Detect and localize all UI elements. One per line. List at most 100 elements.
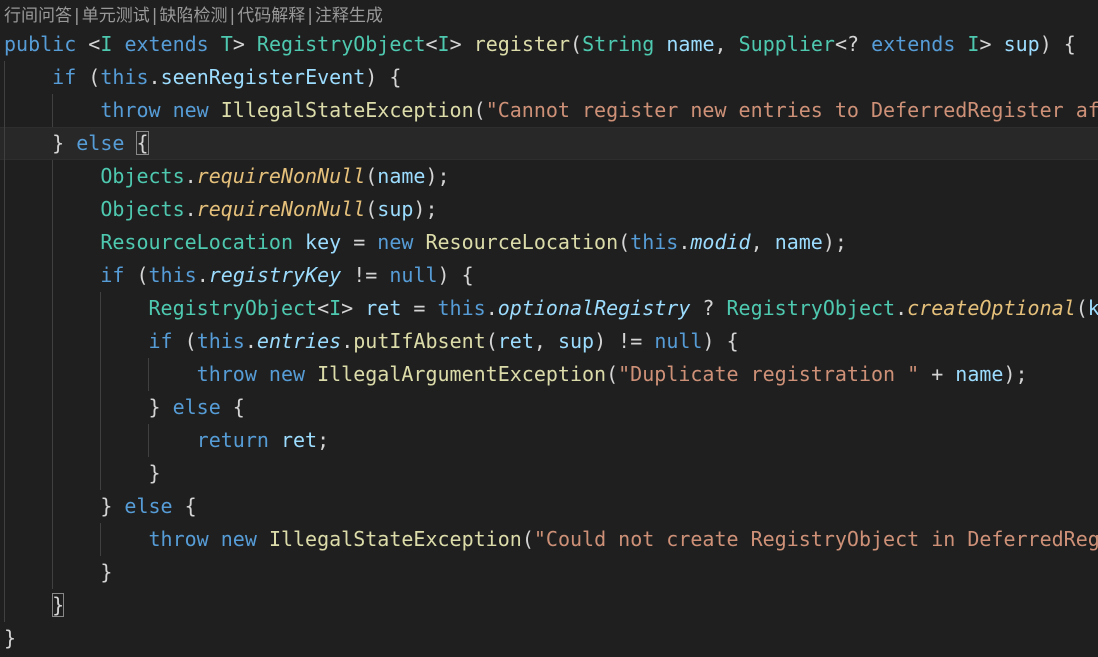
keyword-token: throw xyxy=(100,98,161,122)
type-token: T xyxy=(220,32,233,56)
keyword-token: null xyxy=(389,263,438,287)
punctuation-token: ( xyxy=(365,197,378,221)
identifier-token: ret xyxy=(497,329,534,353)
type-token: I xyxy=(967,32,980,56)
indent-guide xyxy=(4,259,5,292)
punctuation-token: != xyxy=(341,263,390,287)
code-line[interactable]: public <I extends T> RegistryObject<I> r… xyxy=(0,28,1098,61)
identifier-token: ret xyxy=(365,296,402,320)
indent-guide xyxy=(100,325,102,358)
code-line[interactable]: } xyxy=(0,589,1098,622)
field-token: entries xyxy=(256,329,342,353)
punctuation-token: } xyxy=(4,395,173,419)
code-editor[interactable]: public <I extends T> RegistryObject<I> r… xyxy=(0,28,1098,657)
code-line[interactable]: } xyxy=(0,457,1098,490)
punctuation-token: ( xyxy=(618,230,631,254)
code-line[interactable]: } else { xyxy=(0,127,1098,160)
code-line[interactable]: Objects.requireNonNull(sup); xyxy=(0,193,1098,226)
function-token: putIfAbsent xyxy=(353,329,486,353)
indent-guide xyxy=(4,358,5,391)
type-token: Objects xyxy=(100,164,185,188)
code-line[interactable]: } xyxy=(0,556,1098,589)
function-token: IllegalArgumentException xyxy=(317,362,607,386)
codelens-comment-generate[interactable]: 注释生成 xyxy=(315,6,383,26)
identifier-token: k xyxy=(1087,296,1098,320)
keyword-token: new xyxy=(220,527,257,551)
keyword-token: else xyxy=(172,395,221,419)
punctuation-token xyxy=(955,32,967,56)
indent-guide xyxy=(52,325,54,358)
identifier-token: key xyxy=(305,230,342,254)
indent-guide xyxy=(100,523,102,556)
function-token: register xyxy=(473,32,571,56)
punctuation-token: > xyxy=(341,296,366,320)
keyword-token: this xyxy=(148,263,197,287)
indent-guide xyxy=(100,358,102,391)
punctuation-token: < xyxy=(76,32,101,56)
codelens-bar: 行间问答 | 单元测试 | 缺陷检测 | 代码解释 | 注释生成 xyxy=(4,2,383,30)
code-line[interactable]: Objects.requireNonNull(name); xyxy=(0,160,1098,193)
code-line[interactable]: if (this.seenRegisterEvent) { xyxy=(0,61,1098,94)
bracket-match-token: { xyxy=(136,131,149,155)
keyword-token: new xyxy=(268,362,306,386)
type-token: RegistryObject xyxy=(256,32,426,56)
keyword-token: else xyxy=(76,131,125,155)
indent-guide xyxy=(52,259,54,292)
indent-guide xyxy=(52,457,54,490)
static-method-token: createOptional xyxy=(907,296,1076,320)
keyword-token: if xyxy=(52,65,77,89)
static-method-token: requireNonNull xyxy=(196,197,366,221)
punctuation-token: ); xyxy=(1003,362,1028,386)
code-line[interactable]: } else { xyxy=(0,490,1098,523)
punctuation-token: . xyxy=(895,296,908,320)
indent-guide xyxy=(4,127,5,160)
code-line[interactable]: throw new IllegalStateException("Cannot … xyxy=(0,94,1098,127)
punctuation-token: . xyxy=(148,65,161,89)
codelens-separator: | xyxy=(229,6,236,26)
punctuation-token: . xyxy=(184,197,197,221)
code-line[interactable]: throw new IllegalArgumentException("Dupl… xyxy=(0,358,1098,391)
punctuation-token: ); xyxy=(822,230,847,254)
indent-guide xyxy=(52,424,54,457)
punctuation-token: . xyxy=(196,263,209,287)
punctuation-token: ? xyxy=(690,296,727,320)
punctuation-token: > xyxy=(449,32,474,56)
punctuation-token: = xyxy=(401,296,438,320)
code-line[interactable]: } else { xyxy=(0,391,1098,424)
codelens-inline-qa[interactable]: 行间问答 xyxy=(4,6,72,26)
punctuation-token: <? xyxy=(834,32,872,56)
code-line[interactable]: RegistryObject<I> ret = this.optionalReg… xyxy=(0,292,1098,325)
punctuation-token: ); xyxy=(425,164,450,188)
codelens-code-explain[interactable]: 代码解释 xyxy=(237,6,305,26)
indent-guide xyxy=(4,457,5,490)
punctuation-token: ) != xyxy=(594,329,655,353)
indent-guide xyxy=(4,61,5,94)
punctuation-token xyxy=(209,98,221,122)
punctuation-token: , xyxy=(750,230,775,254)
code-line[interactable]: return ret; xyxy=(0,424,1098,457)
indent-guide xyxy=(4,589,5,622)
static-method-token: requireNonNull xyxy=(196,164,366,188)
code-line[interactable]: if (this.entries.putIfAbsent(ret, sup) !… xyxy=(0,325,1098,358)
codelens-unit-test[interactable]: 单元测试 xyxy=(82,6,150,26)
punctuation-token: } xyxy=(4,626,17,650)
code-line[interactable]: } xyxy=(0,622,1098,655)
indent-guide xyxy=(52,94,54,127)
code-line[interactable]: ResourceLocation key = new ResourceLocat… xyxy=(0,226,1098,259)
punctuation-token xyxy=(257,362,269,386)
punctuation-token xyxy=(4,296,149,320)
punctuation-token xyxy=(4,65,52,89)
codelens-defect-detection[interactable]: 缺陷检测 xyxy=(159,6,227,26)
code-line[interactable]: throw new IllegalStateException("Could n… xyxy=(0,523,1098,556)
codelens-separator: | xyxy=(151,6,158,26)
keyword-token: extends xyxy=(124,32,209,56)
keyword-token: this xyxy=(630,230,679,254)
punctuation-token: ; xyxy=(317,428,330,452)
punctuation-token xyxy=(209,32,221,56)
indent-guide xyxy=(4,490,5,523)
punctuation-token xyxy=(257,527,269,551)
code-line[interactable]: if (this.registryKey != null) { xyxy=(0,259,1098,292)
codelens-separator: | xyxy=(74,6,80,26)
indent-guide xyxy=(52,490,54,523)
string-token: "Could not create RegistryObject in Defe… xyxy=(533,527,1098,551)
